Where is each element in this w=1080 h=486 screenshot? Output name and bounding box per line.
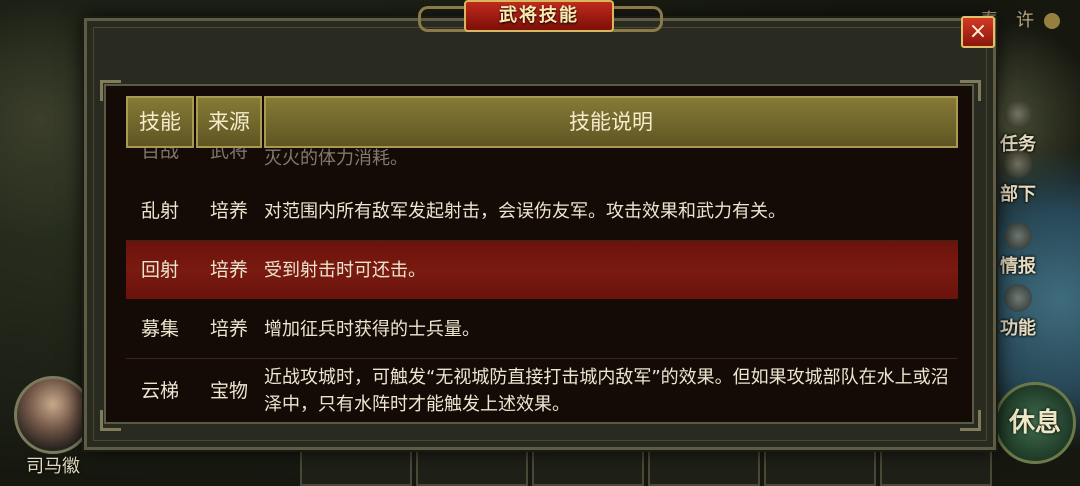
title-ornament-right	[610, 6, 663, 32]
table-row-selected[interactable]: 回射 培养 受到射击时可还击。	[126, 241, 958, 299]
coin-icon	[1044, 13, 1060, 29]
skill-name: 百战	[140, 140, 179, 162]
helmet-icon	[1004, 150, 1032, 178]
side-button-label: 功能	[1000, 318, 1036, 339]
skill-name: 乱射	[140, 200, 179, 222]
side-button-task[interactable]: 任务	[994, 100, 1042, 156]
skill-source: 培养	[209, 259, 248, 281]
bottom-tab[interactable]	[416, 446, 528, 486]
table-row: 百战 武将 灭火的体力消耗。	[126, 140, 958, 172]
header-skill: 技能	[126, 96, 194, 148]
skills-table[interactable]: 百战 武将 灭火的体力消耗。 技能 来源 技能说明 乱射 培养 对范围内所有敌军…	[104, 84, 974, 424]
table-row[interactable]: 乱射 培养 对范围内所有敌军发起射击，会误伤友军。攻击效果和武力有关。	[126, 182, 958, 241]
skill-source: 武将	[209, 140, 248, 162]
avatar-name: 司马徽	[26, 456, 80, 477]
close-button[interactable]: ×	[961, 16, 995, 48]
side-button-functions[interactable]: 功能	[994, 284, 1042, 340]
skill-source: 宝物	[209, 380, 248, 402]
table-row[interactable]: 云梯 宝物 近战攻城时，可触发“无视城防直接打击城内敌军”的效果。但如果攻城部队…	[126, 358, 958, 422]
gear-icon	[1004, 284, 1032, 312]
side-button-label: 情报	[1000, 256, 1036, 277]
skill-description: 灭火的体力消耗。	[264, 148, 408, 169]
game-screen: 春 许 任务 部下 情报 功能 休息 司马徽 武将技能 × 百战 武将 灭火的体…	[0, 0, 1080, 486]
flag-icon	[1004, 100, 1032, 128]
side-button-label: 部下	[1000, 184, 1036, 205]
scroll-icon	[1004, 222, 1032, 250]
skill-source: 培养	[209, 200, 248, 222]
skill-name: 回射	[140, 259, 179, 281]
skill-description: 受到射击时可还击。	[264, 259, 426, 281]
rest-button[interactable]: 休息	[994, 382, 1076, 464]
avatar[interactable]	[14, 376, 92, 454]
side-button-subordinates[interactable]: 部下	[994, 150, 1042, 206]
skill-name: 募集	[140, 318, 179, 340]
bottom-tab-bar	[300, 446, 992, 486]
header-description: 技能说明	[264, 96, 958, 148]
skill-description: 对范围内所有敌军发起射击，会误伤友军。攻击效果和武力有关。	[264, 200, 786, 222]
skill-description: 增加征兵时获得的士兵量。	[264, 318, 480, 340]
bottom-tab[interactable]	[300, 446, 412, 486]
table-row[interactable]: 募集 培养 增加征兵时获得的士兵量。	[126, 300, 958, 359]
skill-description: 近战攻城时，可触发“无视城防直接打击城内敌军”的效果。但如果攻城部队在水上或沼泽…	[264, 367, 949, 415]
bottom-tab[interactable]	[764, 446, 876, 486]
side-button-intel[interactable]: 情报	[994, 222, 1042, 278]
header-source: 来源	[196, 96, 262, 148]
dialog-title: 武将技能	[464, 0, 614, 32]
skill-name: 云梯	[140, 380, 179, 402]
bottom-tab[interactable]	[648, 446, 760, 486]
bottom-tab[interactable]	[880, 446, 992, 486]
bottom-tab[interactable]	[532, 446, 644, 486]
skill-source: 培养	[209, 318, 248, 340]
